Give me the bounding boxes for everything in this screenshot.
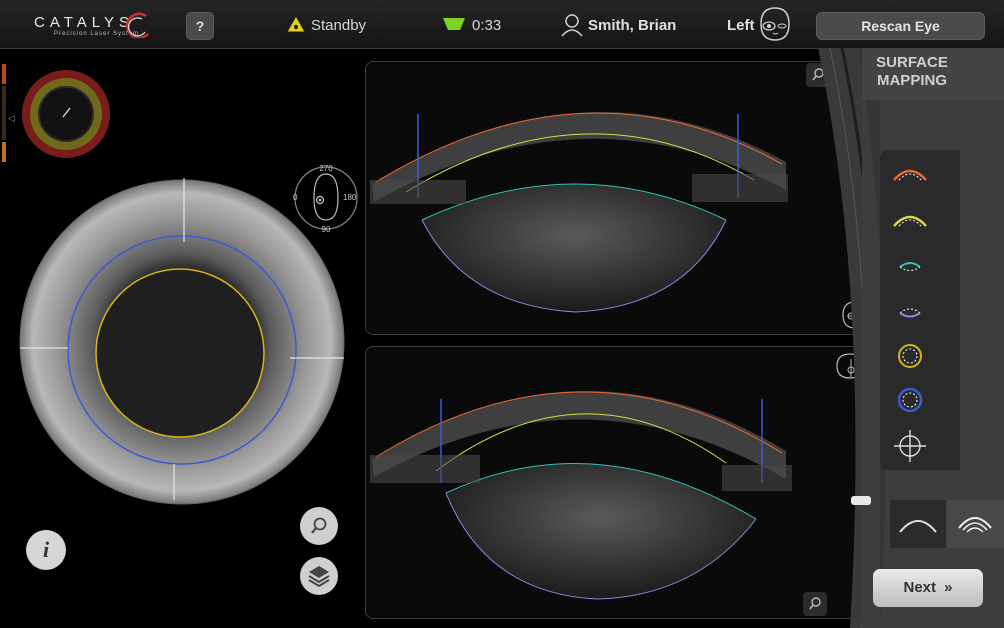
view-single-arc-button[interactable] — [890, 500, 946, 548]
tool-anterior-lens[interactable] — [880, 244, 960, 288]
oct-scan-bottom — [365, 346, 873, 619]
oct-scan-top — [365, 61, 873, 335]
anterior-cornea-icon — [893, 169, 927, 181]
face-left-eye-icon — [760, 7, 790, 41]
surface-tool-list — [880, 150, 960, 470]
suction-timer: 0:33 — [472, 17, 502, 34]
dial-label-right: 180 — [343, 193, 357, 202]
help-button[interactable]: ? — [186, 12, 214, 40]
pupil-ring-icon — [898, 344, 922, 368]
tool-posterior-cornea[interactable] — [880, 198, 960, 242]
tool-pupil-ring[interactable] — [880, 334, 960, 378]
crosshair-target-icon — [894, 430, 926, 462]
collapse-arrow-icon[interactable]: ◁ — [8, 113, 15, 124]
logo-swoosh-icon — [125, 12, 149, 38]
dial-label-bottom: 90 — [322, 225, 331, 234]
oct-scan-top-image — [370, 112, 788, 313]
zoom-icon — [311, 517, 327, 534]
rescan-eye-button[interactable]: Rescan Eye — [816, 12, 985, 40]
tool-posterior-lens[interactable] — [880, 290, 960, 334]
next-button[interactable]: Next » — [873, 569, 983, 607]
eye-side-label: Left — [727, 17, 755, 34]
orientation-dial: 270 0 180 90 — [293, 164, 358, 234]
patient-icon — [561, 14, 583, 37]
anterior-lens-icon — [899, 262, 921, 271]
limbus-ring-icon — [897, 387, 923, 413]
double-chevron-right-icon: » — [944, 579, 953, 596]
posterior-lens-icon — [899, 308, 921, 318]
posterior-cornea-icon — [893, 215, 927, 227]
dial-label-top: 270 — [319, 164, 333, 173]
tool-anterior-cornea[interactable] — [880, 152, 960, 196]
patient-name: Smith, Brian — [588, 17, 677, 34]
zoom-slider-thumb[interactable] — [851, 496, 871, 505]
info-button[interactable]: i — [26, 530, 66, 570]
tool-limbus-ring[interactable] — [880, 378, 960, 422]
tool-crosshair-target[interactable] — [880, 424, 960, 468]
layers-icon — [308, 566, 330, 588]
docking-eye-preview — [22, 70, 110, 158]
single-arc-icon — [899, 520, 937, 533]
panel-title-line1: SURFACE — [876, 54, 948, 71]
zoom-button[interactable] — [300, 507, 338, 545]
panel-title: SURFACE MAPPING — [862, 54, 962, 90]
multi-arc-icon — [958, 517, 992, 533]
laser-warning-icon — [286, 15, 306, 33]
next-label: Next — [903, 579, 936, 596]
system-status: Standby — [311, 17, 367, 34]
timer-icon — [443, 18, 465, 30]
oct-scan-bottom-image — [370, 390, 792, 600]
dial-label-left: 0 — [293, 193, 298, 202]
panel-title-line2: MAPPING — [876, 72, 947, 89]
view-multi-arc-button[interactable] — [947, 500, 1004, 548]
layers-button[interactable] — [300, 557, 338, 595]
